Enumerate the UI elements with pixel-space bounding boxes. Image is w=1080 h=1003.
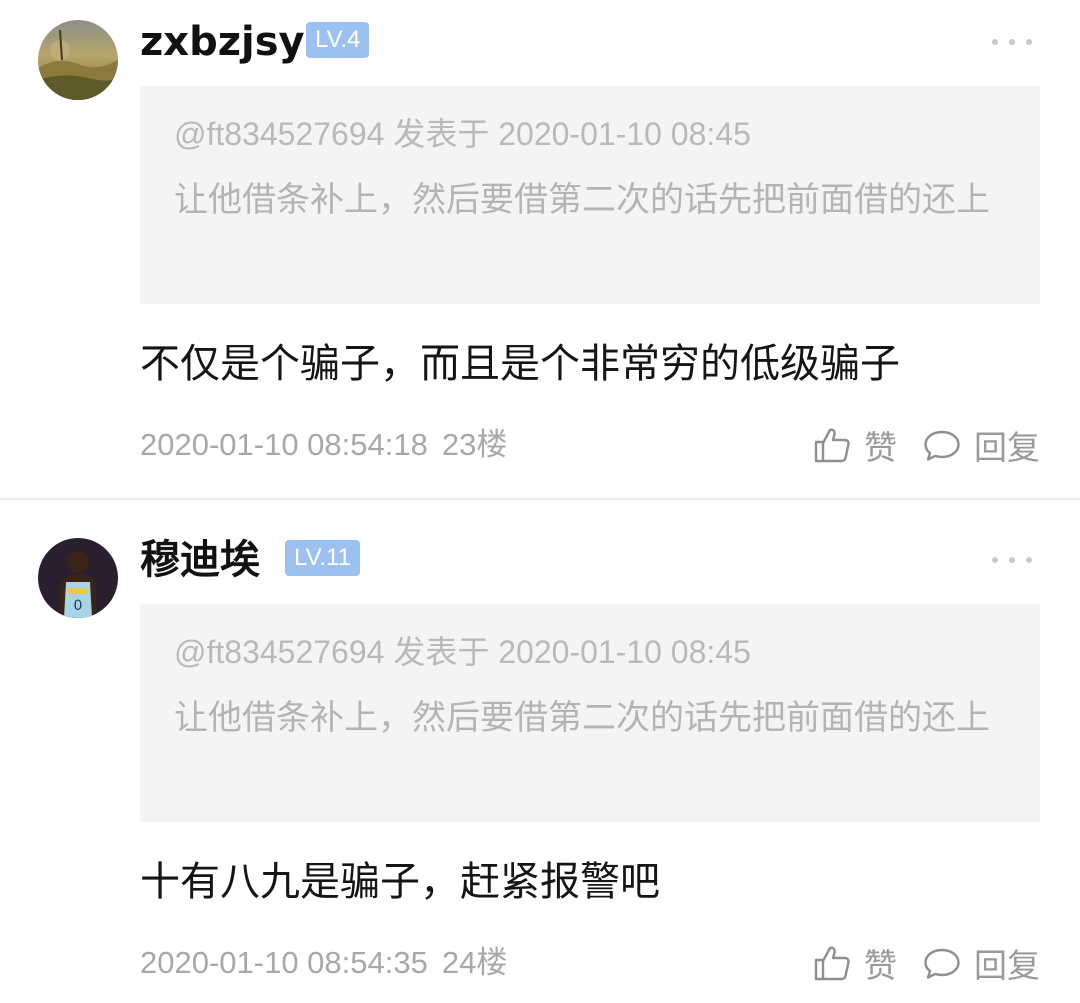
thumbs-up-icon (814, 946, 850, 981)
speech-bubble-icon (924, 430, 960, 461)
more-dots-icon[interactable] (992, 548, 1032, 572)
quoted-post[interactable]: @ft834527694 发表于 2020-01-10 08:45 让他借条补上… (140, 604, 1040, 822)
quote-text: 让他借条补上，然后要借第二次的话先把前面借的还上 (174, 698, 990, 738)
floor-number: 24楼 (441, 945, 508, 980)
username[interactable]: zxbzjsy (140, 14, 305, 70)
reply-button[interactable]: 回复 (922, 420, 1040, 470)
comment-meta: 2020-01-10 08:54:35 24楼 (140, 938, 507, 988)
avatar[interactable] (38, 20, 118, 100)
landscape-avatar-icon (38, 20, 118, 100)
like-label: 赞 (864, 946, 897, 985)
timestamp: 2020-01-10 08:54:18 (140, 427, 428, 462)
comment-text: 不仅是个骗子，而且是个非常穷的低级骗子 (140, 341, 900, 387)
quoted-post[interactable]: @ft834527694 发表于 2020-01-10 08:45 让他借条补上… (140, 86, 1040, 304)
comment-item: 0 穆迪埃 LV.11 @ft834527694 发表于 2020-01-10 … (0, 518, 1080, 1003)
level-badge: LV.11 (285, 540, 360, 576)
level-badge: LV.4 (306, 22, 370, 58)
speech-bubble-icon (924, 948, 960, 979)
avatar[interactable]: 0 (38, 538, 118, 618)
reply-label: 回复 (974, 428, 1040, 467)
quote-text: 让他借条补上，然后要借第二次的话先把前面借的还上 (174, 180, 990, 220)
comment-item: zxbzjsy LV.4 @ft834527694 发表于 2020-01-10… (0, 0, 1080, 498)
comment-divider (0, 498, 1080, 518)
comment-text: 十有八九是骗子，赶紧报警吧 (140, 859, 660, 905)
reply-label: 回复 (974, 946, 1040, 985)
quote-meta: @ft834527694 发表于 2020-01-10 08:45 (174, 634, 751, 670)
like-button[interactable]: 赞 (812, 420, 897, 470)
more-dots-icon[interactable] (992, 30, 1032, 54)
like-label: 赞 (864, 428, 897, 467)
basketball-player-avatar-icon: 0 (38, 538, 118, 618)
comment-meta: 2020-01-10 08:54:18 23楼 (140, 420, 507, 470)
quote-meta: @ft834527694 发表于 2020-01-10 08:45 (174, 116, 751, 152)
timestamp: 2020-01-10 08:54:35 (140, 945, 428, 980)
reply-button[interactable]: 回复 (922, 938, 1040, 988)
svg-text:0: 0 (74, 598, 83, 614)
thumbs-up-icon (814, 428, 850, 463)
like-button[interactable]: 赞 (812, 938, 897, 988)
floor-number: 23楼 (441, 427, 508, 462)
username[interactable]: 穆迪埃 (140, 532, 260, 588)
